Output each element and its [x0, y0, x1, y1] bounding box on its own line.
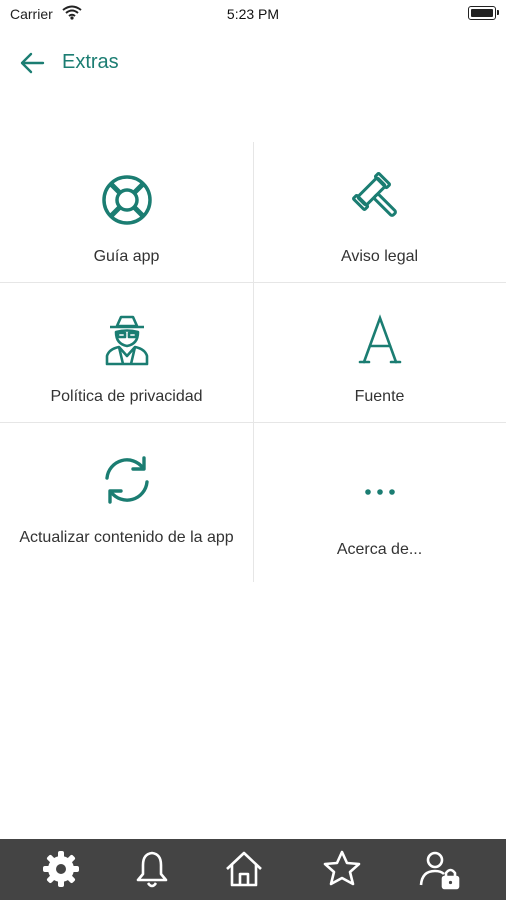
menu-item-acerca-de[interactable]: Acerca de... [253, 422, 506, 582]
page-title: Extras [62, 51, 119, 73]
more-dots-icon [352, 464, 408, 520]
menu-item-aviso-legal[interactable]: Aviso legal [253, 142, 506, 282]
bell-icon[interactable] [130, 847, 174, 891]
status-bar: Carrier 5:23 PM [0, 0, 506, 28]
app-header: Extras [0, 40, 506, 86]
menu-item-label: Actualizar contenido de la app [19, 529, 234, 546]
menu-item-label: Guía app [93, 248, 160, 265]
menu-item-label: Fuente [354, 388, 405, 405]
home-icon[interactable] [222, 847, 266, 891]
menu-item-fuente[interactable]: Fuente [253, 282, 506, 422]
menu-item-actualizar-contenido[interactable]: Actualizar contenido de la app [0, 422, 253, 582]
battery-icon [468, 6, 499, 20]
menu-item-guia-app[interactable]: Guía app [0, 142, 253, 282]
arrow-left-icon[interactable] [18, 50, 46, 76]
bottom-tab-bar [0, 839, 506, 900]
gear-icon[interactable] [39, 847, 83, 891]
spy-icon [99, 312, 155, 368]
refresh-icon [99, 452, 155, 508]
font-icon [352, 312, 408, 368]
menu-item-label: Aviso legal [340, 248, 419, 265]
gavel-icon [351, 172, 408, 228]
menu-item-politica-privacidad[interactable]: Política de privacidad [0, 282, 253, 422]
menu-item-label: Acerca de... [336, 541, 423, 558]
menu-item-label: Política de privacidad [50, 388, 203, 405]
clock: 5:23 PM [226, 6, 280, 22]
lifebuoy-icon [99, 172, 155, 228]
user-lock-icon[interactable] [418, 847, 462, 891]
star-icon[interactable] [320, 847, 364, 891]
